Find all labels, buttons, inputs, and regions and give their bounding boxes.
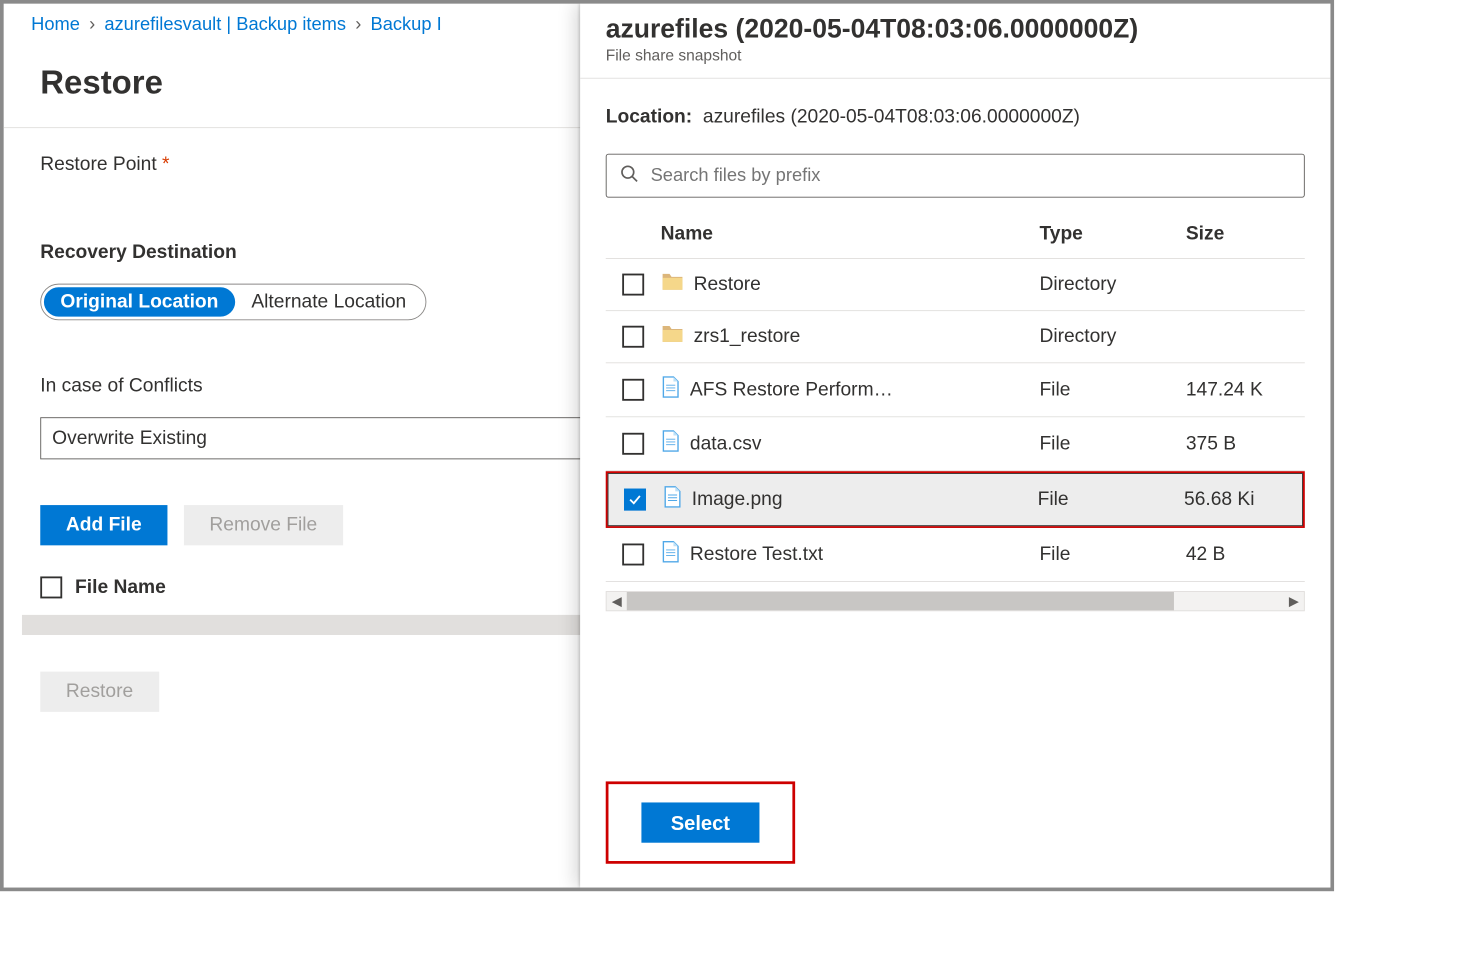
breadcrumb-home[interactable]: Home xyxy=(31,15,80,36)
file-name: zrs1_restore xyxy=(694,326,801,348)
add-file-button[interactable]: Add File xyxy=(40,505,167,545)
pill-alternate-location[interactable]: Alternate Location xyxy=(235,287,423,316)
row-checkbox[interactable] xyxy=(622,379,644,401)
restore-button[interactable]: Restore xyxy=(40,672,159,712)
table-row[interactable]: Restore Test.txt File42 B xyxy=(606,528,1305,582)
select-all-files-checkbox[interactable] xyxy=(40,576,62,598)
select-button[interactable]: Select xyxy=(641,802,759,842)
row-checkbox[interactable] xyxy=(622,433,644,455)
scrollbar-horizontal[interactable]: ◀ ▶ xyxy=(606,591,1305,611)
column-header-type[interactable]: Type xyxy=(1039,223,1185,245)
search-files-input[interactable] xyxy=(606,154,1305,198)
scroll-left-icon[interactable]: ◀ xyxy=(607,593,627,609)
file-name-header: File Name xyxy=(75,576,166,598)
file-name: Image.png xyxy=(692,489,783,511)
table-row[interactable]: Restore Directory xyxy=(606,259,1305,311)
file-type: File xyxy=(1039,544,1185,566)
table-row[interactable]: Image.png File56.68 Ki xyxy=(606,471,1305,528)
file-picker-panel: azurefiles (2020-05-04T08:03:06.0000000Z… xyxy=(580,4,1330,888)
file-type: Directory xyxy=(1039,326,1185,348)
file-name: Restore Test.txt xyxy=(690,544,823,566)
folder-icon xyxy=(661,272,685,298)
file-name: Restore xyxy=(694,274,761,296)
row-checkbox[interactable] xyxy=(622,274,644,296)
file-type: Directory xyxy=(1039,274,1185,296)
scroll-right-icon[interactable]: ▶ xyxy=(1284,593,1304,609)
chevron-right-icon: › xyxy=(355,15,361,36)
file-size: 147.24 K xyxy=(1186,379,1305,401)
column-header-size[interactable]: Size xyxy=(1186,223,1305,245)
breadcrumb-partial[interactable]: Backup I xyxy=(370,15,441,36)
file-size: 56.68 Ki xyxy=(1184,489,1303,511)
file-name: data.csv xyxy=(690,433,762,455)
highlight-box: Select xyxy=(606,781,795,863)
restore-point-label: Restore Point * xyxy=(40,154,169,176)
file-icon xyxy=(661,541,681,568)
row-checkbox[interactable] xyxy=(622,326,644,348)
file-type: File xyxy=(1039,433,1185,455)
row-checkbox[interactable] xyxy=(622,544,644,566)
file-icon xyxy=(661,376,681,403)
location-line: Location: azurefiles (2020-05-04T08:03:0… xyxy=(606,106,1305,128)
breadcrumb-vault[interactable]: azurefilesvault | Backup items xyxy=(104,15,346,36)
file-name: AFS Restore Perform… xyxy=(690,379,893,401)
folder-icon xyxy=(661,324,685,350)
file-table: Name Type Size RestoreDirectoryzrs1_rest… xyxy=(606,210,1305,581)
chevron-right-icon: › xyxy=(89,15,95,36)
search-icon xyxy=(619,163,639,188)
conflicts-dropdown[interactable]: Overwrite Existing xyxy=(40,417,589,459)
file-size: 375 B xyxy=(1186,433,1305,455)
recovery-destination-toggle: Original Location Alternate Location xyxy=(40,284,426,321)
pill-original-location[interactable]: Original Location xyxy=(44,287,235,316)
table-row[interactable]: data.csv File375 B xyxy=(606,417,1305,471)
panel-title: azurefiles (2020-05-04T08:03:06.0000000Z… xyxy=(606,15,1305,45)
file-icon xyxy=(661,430,681,457)
table-row[interactable]: zrs1_restore Directory xyxy=(606,311,1305,363)
file-type: File xyxy=(1039,379,1185,401)
file-type: File xyxy=(1038,489,1184,511)
column-header-name[interactable]: Name xyxy=(661,223,1040,245)
table-row[interactable]: AFS Restore Perform… File147.24 K xyxy=(606,363,1305,417)
file-icon xyxy=(662,486,682,513)
row-checkbox[interactable] xyxy=(624,489,646,511)
remove-file-button[interactable]: Remove File xyxy=(184,505,343,545)
panel-subtitle: File share snapshot xyxy=(606,47,1305,65)
file-size: 42 B xyxy=(1186,544,1305,566)
